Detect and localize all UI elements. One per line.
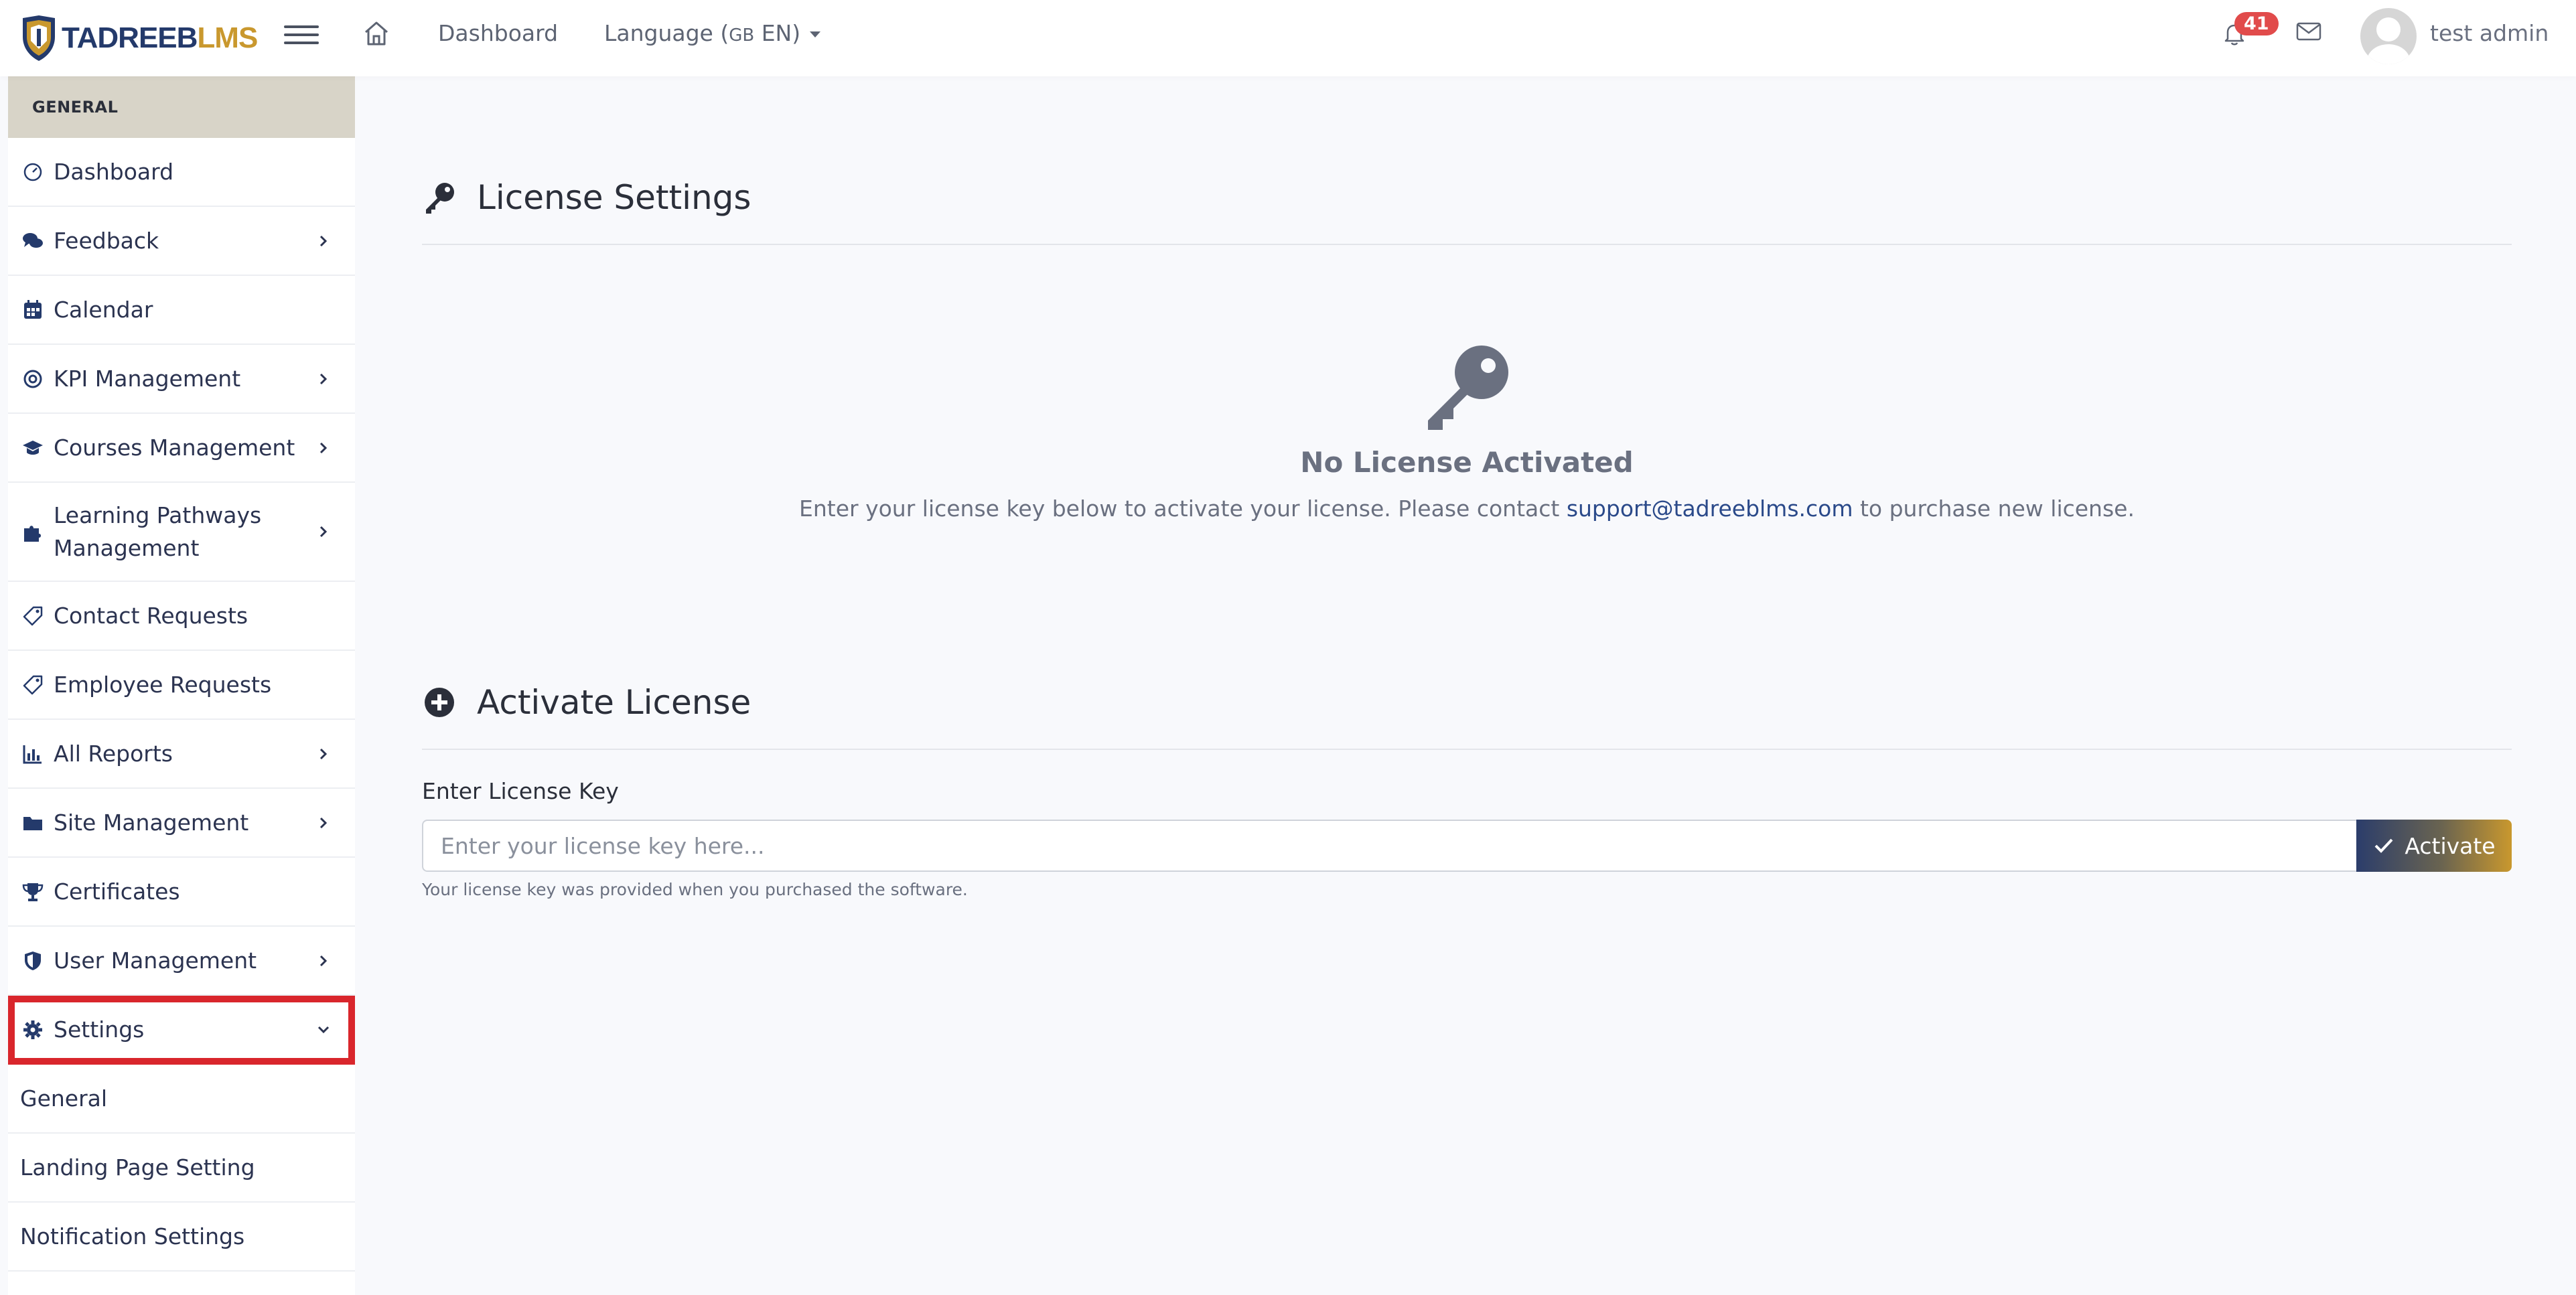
sidebar-item-courses-management[interactable]: Courses Management bbox=[8, 414, 355, 483]
chevron-right-icon bbox=[319, 526, 328, 538]
target-icon bbox=[23, 370, 42, 388]
sidebar-item-settings[interactable]: Settings bbox=[8, 996, 355, 1065]
flag-gb: GB bbox=[729, 25, 755, 46]
key-icon bbox=[1428, 346, 1508, 430]
sidebar-section-header: GENERAL bbox=[8, 76, 355, 138]
mail-icon[interactable] bbox=[2296, 21, 2321, 42]
graduation-cap-icon bbox=[23, 440, 43, 455]
empty-state-description: Enter your license key below to activate… bbox=[422, 496, 2512, 522]
sidebar-item-contact-requests[interactable]: Contact Requests bbox=[8, 582, 355, 651]
menu-toggle-icon[interactable] bbox=[284, 20, 319, 55]
language-code: EN) bbox=[754, 20, 801, 46]
sidebar-item-kpi-management[interactable]: KPI Management bbox=[8, 345, 355, 414]
user-avatar[interactable] bbox=[2360, 8, 2417, 64]
section-title: Activate License bbox=[477, 683, 752, 722]
empty-state-title: No License Activated bbox=[1300, 446, 1634, 479]
shield-icon bbox=[25, 951, 41, 970]
sidebar-item-label: Feedback bbox=[54, 227, 159, 254]
sidebar-item-label: Dashboard bbox=[54, 158, 174, 185]
gear-icon bbox=[23, 1020, 42, 1039]
license-settings-heading: License Settings bbox=[422, 178, 751, 217]
sidebar-item-calendar[interactable]: Calendar bbox=[8, 276, 355, 345]
sidebar-item-label: Certificates bbox=[54, 878, 180, 905]
sidebar-subitem-notification-settings[interactable]: Notification Settings bbox=[8, 1203, 355, 1272]
license-key-input[interactable] bbox=[422, 820, 2358, 872]
sidebar-item-label: Contact Requests bbox=[54, 602, 248, 629]
sidebar-item-label: Site Management bbox=[54, 809, 249, 836]
sidebar-item-learning-pathways[interactable]: Learning Pathways Management bbox=[8, 483, 355, 582]
chevron-right-icon bbox=[319, 235, 328, 246]
sidebar-item-user-management[interactable]: User Management bbox=[8, 927, 355, 996]
folder-icon bbox=[23, 816, 42, 830]
sidebar-item-label: KPI Management bbox=[54, 365, 241, 392]
chevron-right-icon bbox=[319, 817, 328, 828]
app-logo[interactable]: TADREEBLMS bbox=[20, 9, 258, 67]
tag-icon bbox=[23, 675, 43, 694]
sidebar-item-dashboard[interactable]: Dashboard bbox=[8, 138, 355, 207]
chevron-right-icon bbox=[319, 955, 328, 966]
caret-down-icon bbox=[810, 31, 821, 37]
empty-desc-text: Enter your license key below to activate… bbox=[799, 496, 1567, 522]
speedometer-icon bbox=[23, 163, 42, 181]
divider bbox=[422, 749, 2512, 750]
page-title: License Settings bbox=[477, 178, 752, 217]
check-icon bbox=[2374, 838, 2393, 853]
sidebar-item-label: Calendar bbox=[54, 296, 153, 323]
chevron-down-icon bbox=[317, 1026, 330, 1033]
sidebar-subitem-landing-page-setting[interactable]: Landing Page Setting bbox=[8, 1134, 355, 1203]
notification-count-badge[interactable]: 41 bbox=[2234, 12, 2279, 35]
sidebar: GENERAL Dashboard Feedback Calendar KPI … bbox=[8, 76, 355, 1295]
calendar-icon bbox=[24, 299, 42, 319]
sidebar-item-employee-requests[interactable]: Employee Requests bbox=[8, 651, 355, 720]
divider bbox=[422, 244, 2512, 245]
sidebar-subitem-general[interactable]: General bbox=[8, 1065, 355, 1134]
activate-button[interactable]: Activate bbox=[2356, 820, 2512, 872]
key-icon bbox=[426, 183, 454, 214]
chevron-right-icon bbox=[319, 748, 328, 759]
sidebar-item-certificates[interactable]: Certificates bbox=[8, 858, 355, 927]
empty-desc-text-end: to purchase new license. bbox=[1853, 496, 2135, 522]
license-key-help-text: Your license key was provided when you p… bbox=[422, 880, 968, 899]
sidebar-item-label: Learning Pathways Management bbox=[54, 502, 262, 562]
sidebar-item-all-reports[interactable]: All Reports bbox=[8, 720, 355, 789]
top-navbar: TADREEBLMS Dashboard Language (GB EN) 41… bbox=[0, 0, 2576, 76]
user-name[interactable]: test admin bbox=[2430, 20, 2549, 46]
puzzle-icon bbox=[24, 526, 41, 542]
sidebar-item-label: All Reports bbox=[54, 740, 173, 767]
sidebar-item-label: Employee Requests bbox=[54, 671, 272, 698]
language-label: Language ( bbox=[604, 20, 729, 46]
sidebar-item-label: User Management bbox=[54, 947, 257, 974]
chevron-right-icon bbox=[319, 373, 328, 384]
chevron-right-icon bbox=[319, 442, 328, 453]
tag-icon bbox=[23, 606, 43, 625]
plus-circle-icon bbox=[425, 688, 454, 717]
sidebar-item-label: Settings bbox=[54, 1016, 145, 1043]
trophy-icon bbox=[22, 883, 44, 901]
sidebar-item-label: Courses Management bbox=[54, 434, 295, 461]
home-icon[interactable] bbox=[362, 19, 391, 48]
top-dashboard-link[interactable]: Dashboard bbox=[438, 20, 558, 46]
activate-license-heading: Activate License bbox=[422, 683, 751, 722]
logo-text: TADREEBLMS bbox=[62, 21, 258, 54]
shield-logo-icon bbox=[23, 15, 55, 61]
activate-button-label: Activate bbox=[2405, 832, 2496, 859]
support-email-link[interactable]: support@tadreeblms.com bbox=[1567, 496, 1853, 522]
sidebar-item-site-management[interactable]: Site Management bbox=[8, 789, 355, 858]
comments-icon bbox=[23, 232, 43, 248]
bar-chart-icon bbox=[23, 745, 42, 763]
sidebar-item-feedback[interactable]: Feedback bbox=[8, 207, 355, 276]
language-dropdown[interactable]: Language (GB EN) bbox=[604, 20, 821, 46]
license-key-label: Enter License Key bbox=[422, 778, 619, 804]
